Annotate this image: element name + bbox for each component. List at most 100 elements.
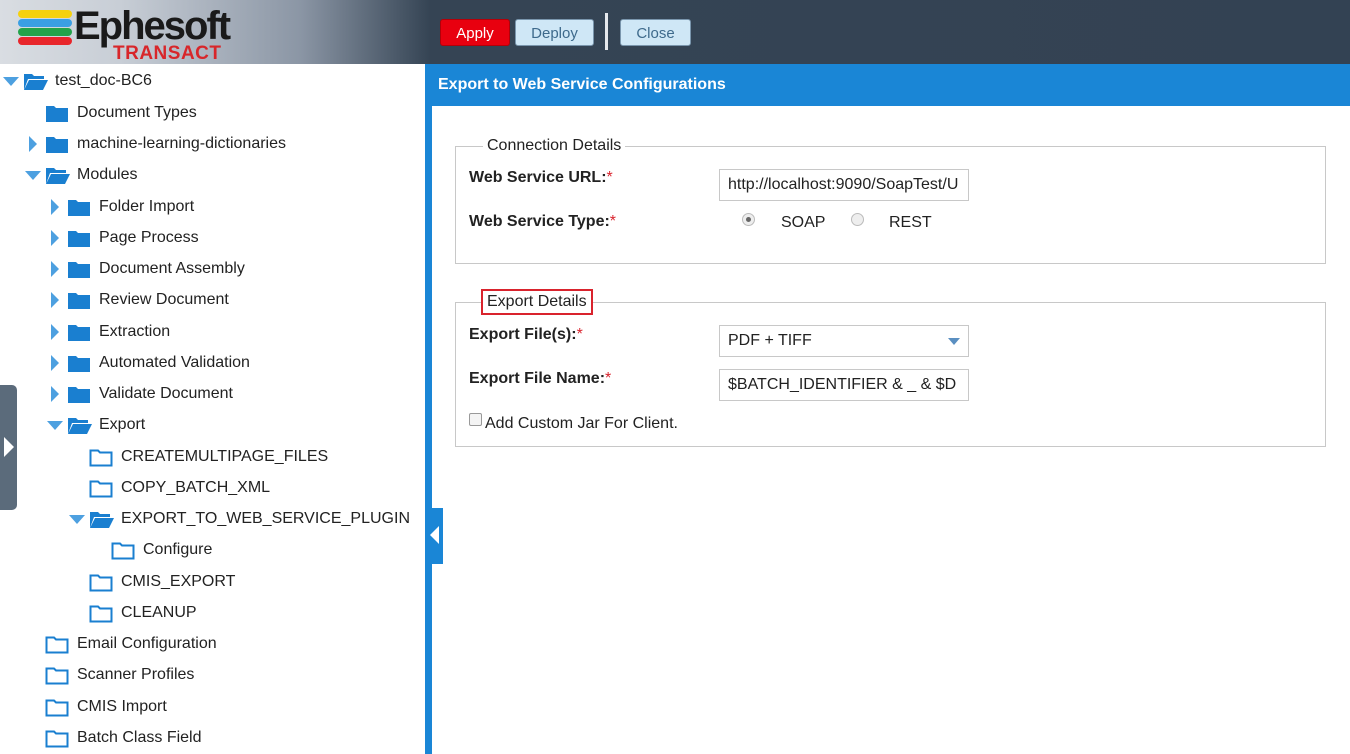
soap-radio[interactable] — [742, 213, 755, 226]
rest-radio[interactable] — [851, 213, 864, 226]
collapse-toggle-icon[interactable] — [47, 292, 63, 308]
tree-item[interactable]: test_doc-BC6 — [3, 67, 152, 95]
tree-item[interactable]: Email Configuration — [25, 630, 217, 658]
tree-item[interactable]: CREATEMULTIPAGE_FILES — [69, 443, 328, 471]
tree-item-label: CREATEMULTIPAGE_FILES — [121, 448, 329, 465]
folder-outline-icon — [45, 728, 69, 748]
expand-toggle-icon[interactable] — [3, 73, 19, 89]
export-files-select[interactable]: PDF + TIFF — [719, 325, 969, 357]
custom-jar-checkbox[interactable] — [469, 413, 482, 426]
folder-icon — [45, 103, 69, 123]
collapse-toggle-icon[interactable] — [47, 199, 63, 215]
toggle-placeholder — [69, 605, 85, 621]
web-service-url-input[interactable] — [719, 169, 969, 201]
collapse-toggle-icon[interactable] — [47, 355, 63, 371]
toggle-placeholder — [25, 105, 41, 121]
tree-item-label: EXPORT_TO_WEB_SERVICE_PLUGIN — [121, 510, 410, 527]
required-marker: * — [609, 213, 617, 230]
required-marker: * — [605, 370, 612, 387]
folder-outline-icon — [89, 478, 113, 498]
tree-item[interactable]: Validate Document — [47, 380, 233, 408]
tree-item[interactable]: Automated Validation — [47, 349, 250, 377]
batch-class-tree: test_doc-BC6 Document Types machine-learni… — [0, 64, 425, 754]
tree-item[interactable]: Scanner Profiles — [25, 661, 194, 689]
folder-outline-icon — [89, 447, 113, 467]
tree-item-label: Extraction — [99, 323, 171, 340]
connection-details-legend: Connection Details — [487, 137, 622, 154]
tree-item[interactable]: Page Process — [47, 224, 199, 252]
tree-item[interactable]: CMIS Import — [25, 693, 167, 721]
chevron-down-icon — [948, 338, 960, 345]
toggle-placeholder — [25, 699, 41, 715]
folder-outline-icon — [45, 697, 69, 717]
folder-open-icon — [45, 165, 70, 185]
tree-item[interactable]: CMIS_EXPORT — [69, 568, 235, 596]
collapse-toggle-icon[interactable] — [47, 386, 63, 402]
tree-item-label: Document Assembly — [99, 260, 245, 277]
panel-divider[interactable] — [425, 64, 432, 754]
expand-toggle-icon[interactable] — [25, 167, 41, 183]
web-service-type-label: Web Service Type:* — [469, 213, 617, 230]
folder-outline-icon — [45, 665, 69, 685]
tree-item-label: Automated Validation — [99, 354, 250, 371]
close-button[interactable]: Close — [620, 19, 691, 46]
export-file-name-input[interactable] — [719, 369, 969, 401]
chevron-left-icon — [430, 526, 439, 544]
folder-icon — [67, 322, 91, 342]
logo-subtext: TRANSACT — [113, 43, 222, 64]
tree-item-label: test_doc-BC6 — [55, 72, 152, 89]
tree-item[interactable]: Document Assembly — [47, 255, 245, 283]
ephesoft-logo: Ephesoft TRANSACT — [18, 4, 248, 64]
collapse-toggle-icon[interactable] — [47, 230, 63, 246]
toggle-placeholder — [25, 636, 41, 652]
tree-item-label: Export — [99, 416, 146, 433]
collapse-toggle-icon[interactable] — [47, 261, 63, 277]
collapse-tree-button[interactable] — [428, 508, 443, 564]
tree-item-label: COPY_BATCH_XML — [121, 479, 271, 496]
folder-outline-icon — [89, 572, 113, 592]
tree-item[interactable]: Review Document — [47, 286, 229, 314]
toggle-placeholder — [25, 667, 41, 683]
folder-icon — [67, 384, 91, 404]
tree-item[interactable]: Batch Class Field — [25, 724, 202, 752]
tree-item-label: CMIS_EXPORT — [121, 573, 236, 590]
tree-item[interactable]: CLEANUP — [69, 599, 197, 627]
tree-item[interactable]: Configure — [91, 536, 212, 564]
toggle-placeholder — [69, 574, 85, 590]
tree-item[interactable]: Export — [47, 411, 145, 439]
tree-item-label: Batch Class Field — [77, 729, 202, 746]
web-service-url-label: Web Service URL:* — [469, 169, 613, 186]
expand-toggle-icon[interactable] — [69, 511, 85, 527]
custom-jar-label: Add Custom Jar For Client. — [485, 415, 678, 432]
toggle-placeholder — [69, 480, 85, 496]
toggle-placeholder — [91, 542, 107, 558]
tree-item[interactable]: COPY_BATCH_XML — [69, 474, 270, 502]
chevron-right-icon — [4, 437, 14, 457]
tree-item[interactable]: Folder Import — [47, 193, 194, 221]
export-details-legend: Export Details — [481, 289, 593, 315]
expand-toggle-icon[interactable] — [47, 417, 63, 433]
folder-icon — [67, 197, 91, 217]
tree-item-label: Document Types — [77, 104, 197, 121]
tree-item[interactable]: Extraction — [47, 318, 170, 346]
collapse-toggle-icon[interactable] — [47, 324, 63, 340]
export-files-label: Export File(s):* — [469, 326, 583, 343]
apply-button[interactable]: Apply — [440, 19, 510, 46]
tree-item[interactable]: EXPORT_TO_WEB_SERVICE_PLUGIN — [69, 505, 410, 533]
tree-item-label: CLEANUP — [121, 604, 197, 621]
toolbar-separator — [605, 13, 608, 50]
tree-item[interactable]: machine-learning-dictionaries — [25, 130, 286, 158]
folder-icon — [45, 134, 69, 154]
tree-item[interactable]: Modules — [25, 161, 137, 189]
collapse-toggle-icon[interactable] — [25, 136, 41, 152]
required-marker: * — [576, 326, 583, 343]
export-file-name-label: Export File Name:* — [469, 370, 612, 387]
panel-title: Export to Web Service Configurations — [438, 76, 726, 93]
deploy-button[interactable]: Deploy — [515, 19, 594, 46]
tree-item[interactable]: Document Types — [25, 99, 197, 127]
required-marker: * — [606, 169, 613, 186]
expand-left-panel-handle[interactable] — [0, 385, 17, 510]
toggle-placeholder — [69, 449, 85, 465]
tree-item-label: Email Configuration — [77, 635, 217, 652]
tree-item-label: CMIS Import — [77, 698, 167, 715]
